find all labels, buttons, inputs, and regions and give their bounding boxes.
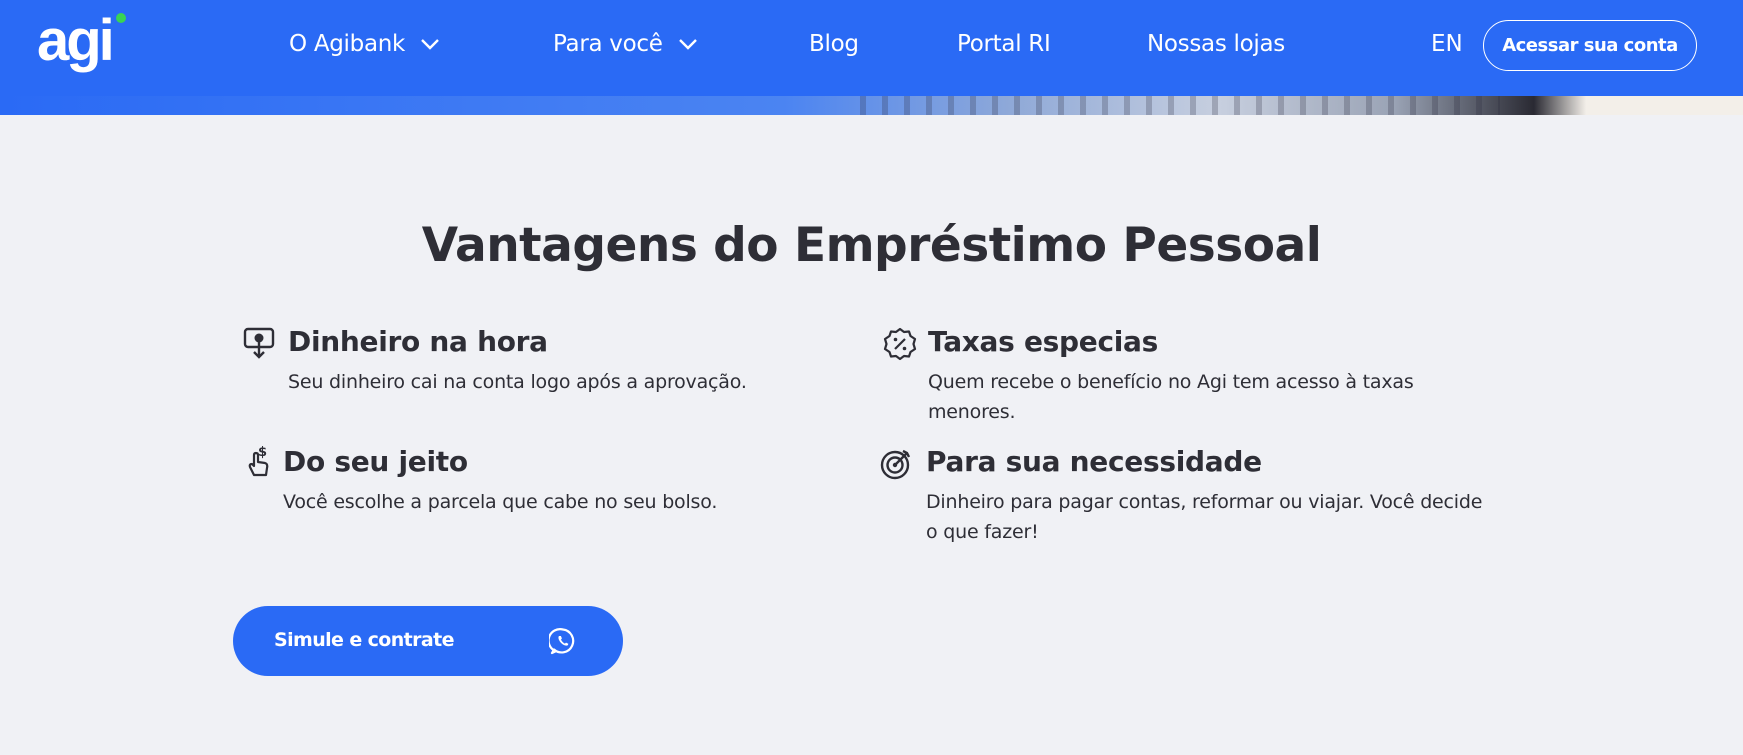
svg-text:$: $ [258,445,267,460]
top-navbar: agi O Agibank Para você Blog Portal RI N… [0,0,1743,96]
hand-dollar-icon: $ [248,445,269,477]
feature-description: Você escolhe a parcela que cabe no seu b… [283,491,718,513]
svg-text:agi: agi [37,12,112,73]
chevron-down-icon [678,39,697,50]
feature-title: Do seu jeito [283,445,468,478]
feature-taxas-especias: Taxas especias Quem recebe o benefício n… [883,325,1503,425]
cta-label: Simule e contrate [274,629,455,651]
section-title: Vantagens do Empréstimo Pessoal [421,218,1322,273]
hero-image-pattern [860,96,1500,115]
feature-do-seu-jeito: $ Do seu jeito Você escolhe a parcela qu… [243,445,803,515]
nav-para-voce[interactable]: Para você [553,31,699,57]
nav-portal-ri-label: Portal RI [957,31,1051,57]
feature-para-sua-necessidade: Para sua necessidade Dinheiro para pagar… [879,445,1499,545]
agi-logo[interactable]: agi [37,12,129,80]
percent-badge-icon [883,327,917,361]
nav-portal-ri[interactable]: Portal RI [957,31,1051,57]
nav-para-voce-label: Para você [553,31,663,57]
language-switch[interactable]: EN [1431,31,1463,57]
nav-o-agibank[interactable]: O Agibank [289,31,441,57]
nav-nossas-lojas[interactable]: Nossas lojas [1147,31,1285,57]
feature-dinheiro-na-hora: Dinheiro na hora Seu dinheiro cai na con… [243,325,803,395]
hero-image-strip [0,96,1743,115]
feature-title: Para sua necessidade [926,445,1262,478]
target-icon [880,449,911,480]
simule-e-contrate-button[interactable]: Simule e contrate [233,606,623,676]
feature-description: Quem recebe o benefício no Agi tem acess… [928,371,1414,423]
nav-o-agibank-label: O Agibank [289,31,406,57]
chevron-down-icon [421,39,439,50]
nav-nossas-lojas-label: Nossas lojas [1147,31,1285,57]
login-button[interactable]: Acessar sua conta [1483,20,1697,71]
nav-blog[interactable]: Blog [809,31,859,57]
nav-blog-label: Blog [809,31,859,57]
money-hand-icon [243,327,275,359]
feature-description: Dinheiro para pagar contas, reformar ou … [926,491,1483,543]
feature-title: Taxas especias [928,325,1158,358]
whatsapp-icon [549,628,575,655]
feature-title: Dinheiro na hora [288,325,548,358]
feature-description: Seu dinheiro cai na conta logo após a ap… [288,371,747,393]
